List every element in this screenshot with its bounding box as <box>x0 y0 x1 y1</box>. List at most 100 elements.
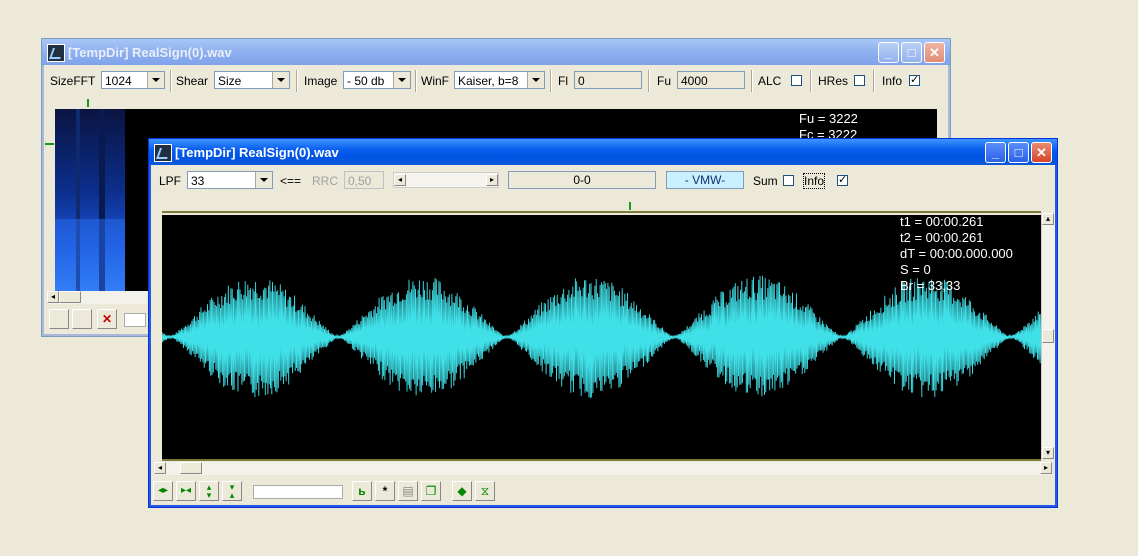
chevron-down-icon[interactable] <box>147 72 164 88</box>
maximize-button[interactable]: □ <box>1008 142 1029 163</box>
rrc-field[interactable]: 0,50 <box>344 171 384 189</box>
range-display: 0-0 <box>508 171 656 189</box>
vertical-scrollbar[interactable]: ▴ ▾ <box>1041 213 1055 459</box>
expand-vertical-icon[interactable]: ▴ ▾ <box>199 481 219 501</box>
t2-readout: t2 = 00:00.261 <box>900 230 984 245</box>
scroll-thumb[interactable] <box>1042 329 1054 343</box>
scroll-thumb[interactable] <box>180 462 202 474</box>
lpf-value: 33 <box>191 174 205 188</box>
paste-icon[interactable]: ▤ <box>398 481 418 501</box>
divider <box>810 70 812 92</box>
fl-value: 0 <box>578 74 585 88</box>
status-field <box>253 485 343 499</box>
divider <box>170 70 172 92</box>
rrc-slider[interactable]: ◂ ▸ <box>393 172 499 188</box>
sizefft-label: SizeFFT <box>50 74 96 88</box>
title-bar[interactable]: [TempDir] RealSign(0).wav _ □ ✕ <box>149 139 1057 165</box>
spectrogram-toolbar: SizeFFT 1024 Shear Size Image - 50 db Wi… <box>46 67 946 95</box>
fu-label: Fu <box>657 74 672 88</box>
chevron-down-icon[interactable] <box>393 72 410 88</box>
waveform-plot[interactable]: t1 = 00:00.261 t2 = 00:00.261 dT = 00:00… <box>162 214 1041 459</box>
fu-readout: Fu = 3222 <box>799 111 858 126</box>
expand-horizontal-icon[interactable]: ◂▸ <box>153 481 173 501</box>
fl-field[interactable]: 0 <box>574 71 642 89</box>
hres-label: HRes <box>818 74 849 88</box>
fit-icon[interactable]: ⧖ <box>475 481 495 501</box>
winf-value: Kaiser, b=8 <box>458 74 519 88</box>
sum-label: Sum <box>753 174 778 188</box>
window-title: [TempDir] RealSign(0).wav <box>175 145 339 160</box>
waveform-toolbar: LPF 33 <== RRC 0,50 ◂ ▸ 0-0 - VMW- Sum I… <box>153 167 1053 195</box>
rrc-value: 0,50 <box>348 174 372 188</box>
minimize-button[interactable]: _ <box>985 142 1006 163</box>
asterisk-icon[interactable]: * <box>375 481 395 501</box>
image-value: - 50 db <box>347 74 385 88</box>
info-checkbox[interactable]: ✓ <box>837 175 848 186</box>
rrc-label: RRC <box>312 174 338 188</box>
fu-field[interactable]: 4000 <box>677 71 745 89</box>
spectrogram-image <box>55 109 125 291</box>
mode-value: - VMW- <box>684 173 726 187</box>
scroll-thumb[interactable] <box>59 291 81 303</box>
cursor-marker-top <box>87 99 89 107</box>
sizefft-select[interactable]: 1024 <box>101 71 165 89</box>
scroll-right-icon[interactable]: ▸ <box>1040 462 1052 474</box>
slider-right-icon[interactable]: ▸ <box>486 174 498 186</box>
lpf-label: LPF <box>159 174 182 188</box>
image-label: Image <box>304 74 338 88</box>
maximize-button[interactable]: □ <box>901 42 922 63</box>
shear-label: Shear <box>176 74 209 88</box>
t1-readout: t1 = 00:00.261 <box>900 214 984 229</box>
divider <box>648 70 650 92</box>
info-checkbox[interactable]: ✓ <box>909 75 920 86</box>
window-title: [TempDir] RealSign(0).wav <box>68 45 232 60</box>
horizontal-scrollbar[interactable]: ◂ <box>47 291 147 304</box>
app-icon[interactable] <box>154 144 172 162</box>
divider <box>550 70 552 92</box>
marker-icon[interactable]: ь <box>352 481 372 501</box>
chevron-down-icon[interactable] <box>272 72 289 88</box>
scroll-left-icon[interactable]: ◂ <box>47 291 59 303</box>
plot-top-rule <box>162 211 1041 213</box>
mode-display[interactable]: - VMW- <box>666 171 744 189</box>
range-value: 0-0 <box>573 173 591 187</box>
lpf-select[interactable]: 33 <box>187 171 273 189</box>
scroll-left-icon[interactable]: ◂ <box>154 462 166 474</box>
title-bar[interactable]: [TempDir] RealSign(0).wav _ □ ✕ <box>42 39 950 65</box>
minimize-button[interactable]: _ <box>878 42 899 63</box>
shrink-horizontal-icon[interactable]: ▸◂ <box>176 481 196 501</box>
alc-checkbox[interactable] <box>791 75 802 86</box>
app-icon[interactable] <box>47 44 65 62</box>
close-button[interactable]: ✕ <box>924 42 945 63</box>
chevron-down-icon[interactable] <box>255 172 272 188</box>
divider <box>415 70 417 92</box>
hres-checkbox[interactable] <box>854 75 865 86</box>
delete-icon[interactable]: ✕ <box>97 309 117 329</box>
waveform-window[interactable]: [TempDir] RealSign(0).wav _ □ ✕ LPF 33 <… <box>148 138 1058 508</box>
scroll-up-icon[interactable]: ▴ <box>1042 213 1054 225</box>
dt-readout: dT = 00:00.000.000 <box>900 246 1013 261</box>
sum-checkbox[interactable] <box>783 175 794 186</box>
copy-icon[interactable]: ❐ <box>421 481 441 501</box>
shear-select[interactable]: Size <box>214 71 290 89</box>
apply-arrow-label[interactable]: <== <box>280 174 301 188</box>
winf-label: WinF <box>421 74 449 88</box>
zoom-in-icon[interactable] <box>49 309 69 329</box>
winf-select[interactable]: Kaiser, b=8 <box>454 71 545 89</box>
image-select[interactable]: - 50 db <box>343 71 411 89</box>
slider-left-icon[interactable]: ◂ <box>394 174 406 186</box>
shear-value: Size <box>218 74 242 88</box>
diamond-icon[interactable]: ◆ <box>452 481 472 501</box>
divider <box>296 70 298 92</box>
zoom-out-icon[interactable] <box>72 309 92 329</box>
horizontal-scrollbar[interactable]: ◂ ▸ <box>154 462 1052 475</box>
scroll-down-icon[interactable]: ▾ <box>1042 447 1054 459</box>
plot-bottom-rule <box>162 459 1041 461</box>
cursor-marker-left <box>45 143 54 145</box>
sizefft-value: 1024 <box>105 74 132 88</box>
info-label: Info <box>882 74 903 88</box>
fu-value: 4000 <box>681 74 708 88</box>
close-button[interactable]: ✕ <box>1031 142 1052 163</box>
chevron-down-icon[interactable] <box>527 72 544 88</box>
shrink-vertical-icon[interactable]: ▾ ▴ <box>222 481 242 501</box>
